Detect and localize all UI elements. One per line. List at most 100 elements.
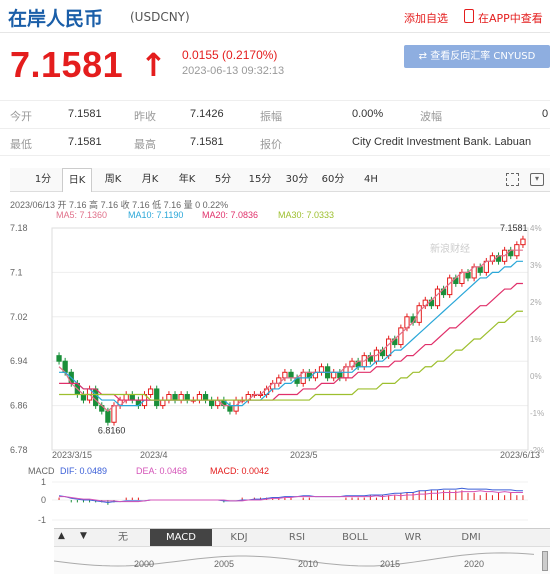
y-right-tick-label: 3% bbox=[530, 261, 542, 270]
quote-label: 报价 bbox=[260, 139, 282, 151]
candle-body bbox=[160, 399, 166, 407]
quote-row: 最低 7.1581 最高 7.1581 报价 City Credit Inves… bbox=[0, 128, 550, 156]
quote-label: 昨收 bbox=[134, 111, 156, 123]
tab-wr[interactable]: WR bbox=[382, 529, 444, 546]
divider-icon bbox=[384, 9, 398, 23]
candle-body bbox=[196, 394, 203, 401]
quote-label: 振幅 bbox=[260, 111, 282, 123]
tab-weekly[interactable]: 周K bbox=[98, 168, 128, 192]
low-annotation: 6.8160 bbox=[98, 425, 126, 435]
scroll-down-icon[interactable]: ▼ bbox=[80, 531, 87, 541]
tab-yearly[interactable]: 年K bbox=[172, 168, 202, 192]
tab-dmi[interactable]: DMI bbox=[440, 529, 502, 546]
tab-5min[interactable]: 5分 bbox=[208, 168, 238, 192]
candle-body bbox=[129, 394, 135, 401]
high-annotation: 7.1581 bbox=[500, 223, 528, 233]
y-tick-label: 7.18 bbox=[10, 223, 28, 233]
candle-body bbox=[447, 277, 453, 296]
macd-tick-label: 0 bbox=[41, 495, 46, 505]
symbol-code: (USDCNY) bbox=[130, 10, 190, 24]
tab-30min[interactable]: 30分 bbox=[282, 168, 312, 192]
reverse-rate-button[interactable]: ⇄ 查看反向汇率 CNYUSD bbox=[404, 45, 550, 68]
open-in-app-link[interactable]: 在APP中查看 bbox=[478, 10, 543, 26]
quote-value: 7.1581 bbox=[68, 136, 102, 148]
candle-body bbox=[337, 371, 343, 379]
x-tick-label: 2023/4 bbox=[140, 450, 168, 460]
ma30-label: MA30: 7.0333 bbox=[278, 210, 335, 220]
candle-body bbox=[202, 394, 209, 401]
y-right-tick-label: 1% bbox=[530, 335, 542, 344]
indicator-tabs: ▲ ▼ 无 MACD KDJ RSI BOLL WR DMI bbox=[54, 528, 550, 546]
y-right-tick-label: 4% bbox=[530, 224, 542, 233]
add-watch-link[interactable]: 添加自选 bbox=[404, 10, 448, 26]
macd-tick-label: 1 bbox=[41, 477, 46, 487]
y-tick-label: 6.94 bbox=[10, 356, 28, 366]
page-title: 在岸人民币 bbox=[8, 8, 104, 30]
candle-body bbox=[331, 371, 337, 379]
tab-60min[interactable]: 60分 bbox=[318, 168, 348, 192]
candle-body bbox=[477, 266, 483, 273]
tab-kdj[interactable]: KDJ bbox=[208, 529, 270, 546]
macd-tick-label: -1 bbox=[38, 515, 46, 525]
time-navigator[interactable]: 2000 2005 2010 2015 2020 bbox=[54, 546, 550, 574]
tab-none[interactable]: 无 bbox=[92, 529, 154, 546]
candle-body bbox=[123, 394, 129, 401]
y-tick-label: 7.1 bbox=[10, 267, 23, 277]
navigator-handle[interactable] bbox=[542, 551, 548, 571]
ohlc-info: 2023/06/13 开 7.16 高 7.16 收 7.16 低 7.16 量… bbox=[10, 200, 229, 210]
candle-body bbox=[282, 371, 288, 379]
quote-label: 最低 bbox=[10, 139, 32, 151]
current-price: 7.1581 bbox=[10, 44, 124, 85]
candle-body bbox=[209, 399, 215, 407]
settings-icon[interactable]: ▾ bbox=[530, 173, 544, 186]
nav-year-label: 2000 bbox=[134, 559, 155, 569]
candle-body bbox=[178, 394, 184, 401]
plot-frame bbox=[51, 227, 529, 451]
quote-value: City Credit Investment Bank. Labuan bbox=[352, 136, 532, 148]
ma20-line bbox=[59, 282, 523, 401]
tab-monthly[interactable]: 月K bbox=[135, 168, 165, 192]
ma5-label: MA5: 7.1360 bbox=[56, 210, 108, 220]
nav-year-label: 2010 bbox=[298, 559, 319, 569]
navigator-series bbox=[54, 552, 535, 567]
x-tick-label: 2023/5 bbox=[290, 450, 318, 460]
candle-body bbox=[520, 238, 526, 246]
up-arrow-icon: ↑ bbox=[140, 46, 167, 84]
y-right-tick-label: -1% bbox=[530, 409, 544, 418]
nav-year-label: 2020 bbox=[464, 559, 485, 569]
kline-chart[interactable]: 7.187.17.026.946.866.784%3%2%1%0%-1%-2%7… bbox=[0, 220, 550, 460]
candle-body bbox=[465, 271, 471, 279]
quote-value: 7.1426 bbox=[190, 108, 224, 120]
candle-body bbox=[105, 410, 111, 423]
candle-body bbox=[386, 338, 392, 357]
candle-body bbox=[318, 366, 325, 373]
candle-body bbox=[398, 327, 404, 346]
reverse-rate-label: 查看反向汇率 CNYUSD bbox=[430, 51, 536, 62]
tab-macd[interactable]: MACD bbox=[150, 529, 212, 546]
y-right-tick-label: 2% bbox=[530, 298, 542, 307]
y-right-tick-label: 0% bbox=[530, 372, 542, 381]
candle-body bbox=[93, 388, 99, 407]
candle-body bbox=[184, 394, 190, 401]
y-tick-label: 7.02 bbox=[10, 312, 28, 322]
nav-year-label: 2015 bbox=[380, 559, 401, 569]
quote-value: 7.1581 bbox=[68, 108, 102, 120]
tab-boll[interactable]: BOLL bbox=[324, 529, 386, 546]
candle-body bbox=[434, 288, 441, 307]
price-change: 0.0155 (0.2170%) bbox=[182, 48, 278, 62]
scroll-up-icon[interactable]: ▲ bbox=[58, 531, 65, 541]
quote-label: 今开 bbox=[10, 111, 32, 123]
tab-4h[interactable]: 4H bbox=[356, 168, 386, 192]
candle-body bbox=[111, 405, 117, 423]
macd-chart[interactable]: 1 0 -1 bbox=[0, 474, 550, 526]
candle-body bbox=[56, 355, 62, 362]
x-tick-label: 2023/6/13 bbox=[500, 450, 540, 460]
tab-15min[interactable]: 15分 bbox=[245, 168, 275, 192]
ma10-label: MA10: 7.1190 bbox=[128, 210, 184, 220]
tab-1min[interactable]: 1分 bbox=[28, 168, 58, 192]
tab-rsi[interactable]: RSI bbox=[266, 529, 328, 546]
y-tick-label: 6.86 bbox=[10, 401, 28, 411]
fullscreen-icon[interactable] bbox=[506, 173, 519, 186]
watermark: 新浪财经 bbox=[430, 242, 470, 255]
tab-daily[interactable]: 日K bbox=[62, 168, 92, 192]
